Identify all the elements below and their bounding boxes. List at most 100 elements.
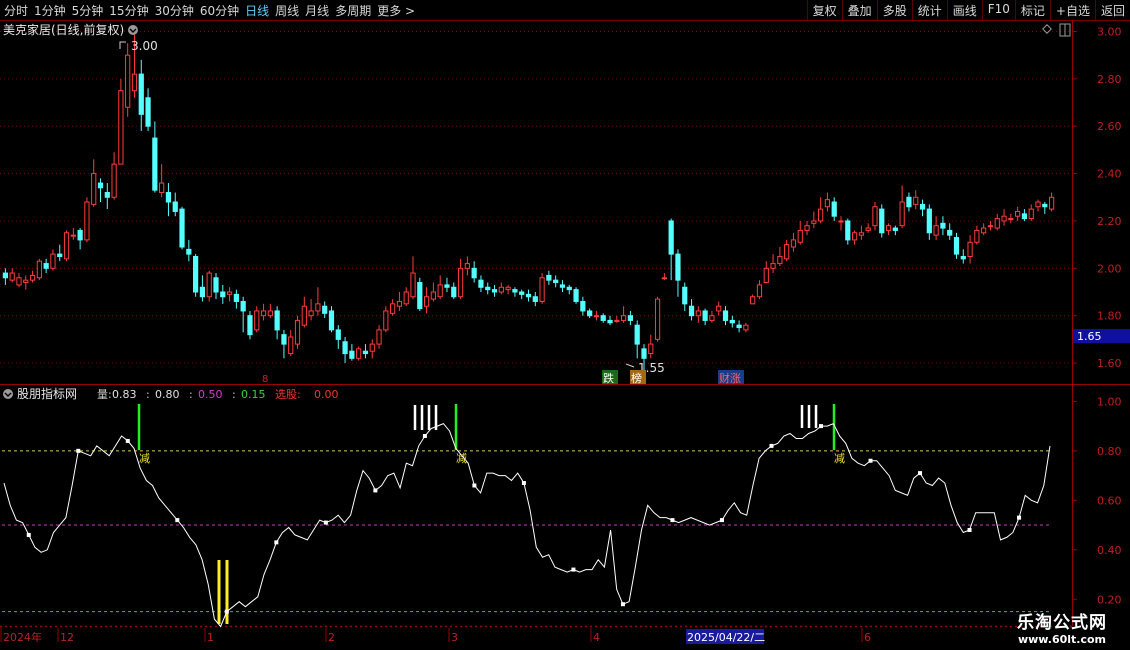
candle-body [750,296,756,305]
candle-body [254,310,260,331]
indicator-point [175,518,180,523]
candle-body [668,220,674,255]
indicator-value-label: 选股: [275,388,301,401]
high-pointer [119,41,126,49]
candle-body [29,274,36,281]
price-tick-label: 2.80 [1097,73,1122,86]
candle-body [811,220,817,224]
candle-body [593,315,600,318]
candle-body [607,319,613,324]
candle-body [491,289,498,293]
event-marker-board: 榜 [631,371,642,385]
candle-body [335,329,341,340]
kline-chart-canvas[interactable]: 3.00 2.80 2.60 2.40 2.20 2.00 1.80 1.60 美克家居(日线… [0,0,1130,650]
indicator-value-label: : [189,388,193,401]
candle-body [159,182,165,194]
reduce-signal-label: 减 [456,452,467,465]
candle-body [84,201,90,241]
candle-body [926,208,932,234]
candle-body [2,272,9,279]
candle-body [906,196,912,208]
candle-body [417,282,423,310]
candle-body [940,222,946,229]
price-tick-label: 2.20 [1097,215,1122,228]
candle-body [247,315,253,336]
candle-body [288,336,294,355]
candle-body [885,225,892,231]
price-axis: 3.00 2.80 2.60 2.40 2.20 2.00 1.80 1.60 [1072,25,1122,370]
candle-body [641,348,647,359]
indicator-tick-label: 0.60 [1097,494,1122,507]
indicator-value: 0.80 [155,388,180,401]
candle-body [444,284,450,288]
date-label: 1 [207,631,214,644]
date-label: 3 [451,631,458,644]
candle-body [403,291,409,305]
indicator-dropdown-icon[interactable] [3,389,13,399]
date-label: 12 [60,631,74,644]
candle-body [301,305,307,326]
candle-body [9,272,15,281]
title-dropdown-icon[interactable] [128,25,138,35]
candle-body [43,263,49,269]
candle-body [532,296,538,302]
candle-body [600,315,606,321]
candle-body [186,248,192,255]
candle-body [63,232,70,260]
candle-body [104,192,110,198]
candle-body [1042,203,1048,208]
candle-body [193,255,199,293]
price-tick-label: 2.60 [1097,120,1122,133]
watermark-title: 乐淘公式网 [1017,613,1107,633]
event-marker-drop: 跌 [603,371,614,385]
candle-body [172,201,178,212]
reduce-signal-label: 减 [139,452,150,465]
event-marker-finance: 财涨 [719,371,741,385]
candle-body [376,329,382,345]
indicator-point [769,443,774,448]
candle-body [722,310,729,321]
candle-body [546,274,552,281]
candle-body [498,286,504,293]
candle-body [736,324,742,329]
candle-body [111,163,117,198]
indicator-point [472,483,477,488]
candle-body [240,300,246,312]
candle-body [356,348,362,359]
watermark-url: www.60lt.com [1017,633,1107,646]
watermark: 乐淘公式网 www.60lt.com [1000,608,1124,646]
indicator-value-label: 量: [97,388,112,401]
candle-body [709,315,715,321]
candle-body [328,310,335,331]
candle-body [423,296,430,307]
candle-body [675,253,681,281]
candle-body [872,206,878,227]
indicator-point [670,518,675,523]
event-marker-small[interactable]: 8 [262,374,268,385]
indicator-value: 0.83 [112,388,137,401]
price-tick-label: 3.00 [1097,25,1122,38]
candle-body [1001,215,1007,222]
indicator-point [967,528,972,532]
candlesticks [2,31,1055,375]
indicator-name: 股朋指标网 [17,386,77,401]
candle-body [1048,196,1055,210]
candle-body [199,286,206,298]
candle-body [1021,213,1028,220]
candle-body [131,73,138,92]
date-label: 2 [328,631,335,644]
candle-body [430,291,436,300]
indicator-tick-label: 0.20 [1097,593,1122,606]
candle-body [16,277,22,286]
indicator-point [373,488,378,493]
high-price-label: 3.00 [131,39,158,53]
indicator-point [571,567,576,572]
candle-body [648,343,654,355]
candle-body [70,234,76,237]
candle-body [580,300,586,312]
price-tick-label: 1.60 [1097,357,1122,370]
candle-body [220,291,226,298]
candle-body [294,319,301,345]
candle-body [145,97,151,127]
candle-body [525,293,532,298]
